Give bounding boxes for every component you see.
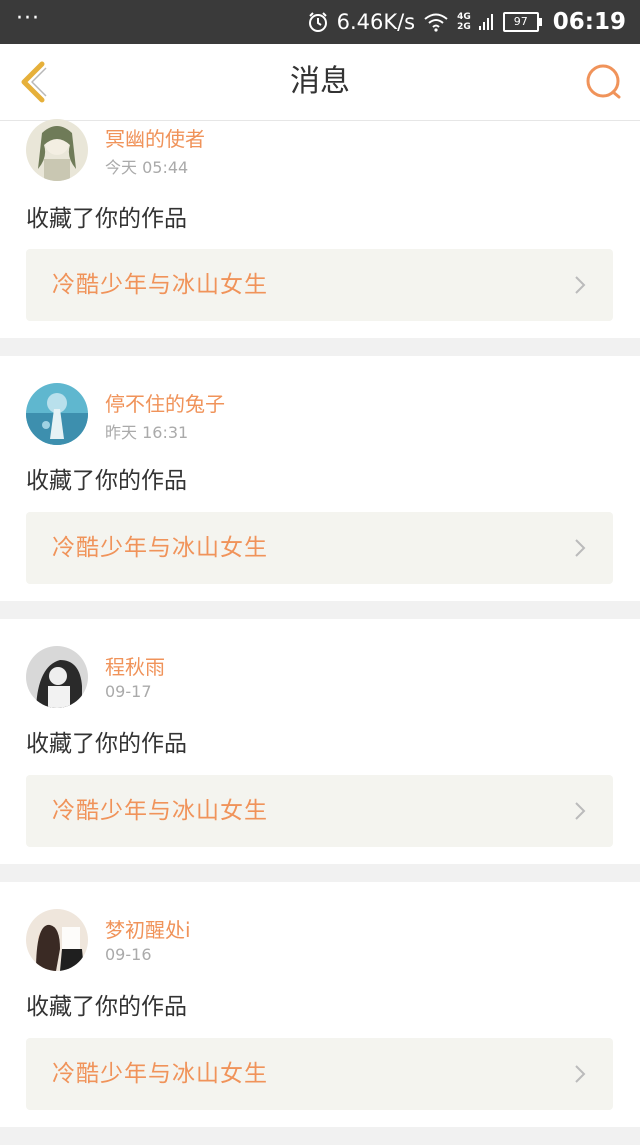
notification-dots: ···	[16, 6, 40, 31]
work-title: 冷酷少年与冰山女生	[52, 1061, 268, 1087]
work-link[interactable]: 冷酷少年与冰山女生	[26, 249, 613, 321]
chevron-right-icon	[575, 1065, 586, 1083]
timestamp: 昨天 16:31	[105, 423, 189, 442]
message-card: 停不住的兔子 昨天 16:31 收藏了你的作品 冷酷少年与冰山女生	[0, 356, 640, 601]
work-link[interactable]: 冷酷少年与冰山女生	[26, 512, 613, 584]
message-card: 梦初醒处i 09-16 收藏了你的作品 冷酷少年与冰山女生	[0, 882, 640, 1127]
action-text: 收藏了你的作品	[26, 994, 187, 1020]
app-header: 消息	[0, 44, 640, 121]
battery-icon: 97	[502, 12, 542, 32]
work-title: 冷酷少年与冰山女生	[52, 272, 268, 298]
action-text: 收藏了你的作品	[26, 206, 187, 232]
username[interactable]: 梦初醒处i	[105, 914, 191, 943]
wifi-icon	[424, 13, 448, 32]
page-title: 消息	[290, 64, 350, 99]
action-text: 收藏了你的作品	[26, 468, 187, 494]
timestamp: 09-16	[105, 945, 152, 964]
work-title: 冷酷少年与冰山女生	[52, 798, 268, 824]
avatar[interactable]	[26, 646, 88, 708]
search-icon	[586, 64, 621, 99]
username[interactable]: 冥幽的使者	[105, 123, 205, 152]
signal-icon	[478, 14, 493, 30]
search-button[interactable]	[582, 60, 626, 104]
network-speed: 6.46K/s	[336, 10, 416, 34]
chevron-right-icon	[575, 539, 586, 557]
timestamp: 今天 05:44	[105, 158, 189, 177]
message-list: 冥幽的使者 今天 05:44 收藏了你的作品 冷酷少年与冰山女生 停不住的兔子 …	[0, 119, 640, 1145]
cellular-type: 4G 2G	[457, 12, 471, 32]
username[interactable]: 程秋雨	[105, 651, 165, 680]
chevron-right-icon	[575, 802, 586, 820]
work-title: 冷酷少年与冰山女生	[52, 535, 268, 561]
timestamp: 09-17	[105, 682, 152, 701]
message-card: 程秋雨 09-17 收藏了你的作品 冷酷少年与冰山女生	[0, 619, 640, 864]
username[interactable]: 停不住的兔子	[105, 388, 225, 417]
message-card: 冥幽的使者 今天 05:44 收藏了你的作品 冷酷少年与冰山女生	[0, 119, 640, 338]
avatar[interactable]	[26, 383, 88, 445]
work-link[interactable]: 冷酷少年与冰山女生	[26, 1038, 613, 1110]
avatar[interactable]	[26, 119, 88, 181]
avatar[interactable]	[26, 909, 88, 971]
clock: 06:19	[552, 9, 626, 35]
action-text: 收藏了你的作品	[26, 731, 187, 757]
status-bar: ··· 6.46K/s 4G 2G 97 06:19	[0, 0, 640, 44]
status-bar-right: 6.46K/s 4G 2G 97 06:19	[307, 0, 626, 44]
work-link[interactable]: 冷酷少年与冰山女生	[26, 775, 613, 847]
alarm-icon	[308, 12, 327, 32]
chevron-right-icon	[575, 276, 586, 294]
